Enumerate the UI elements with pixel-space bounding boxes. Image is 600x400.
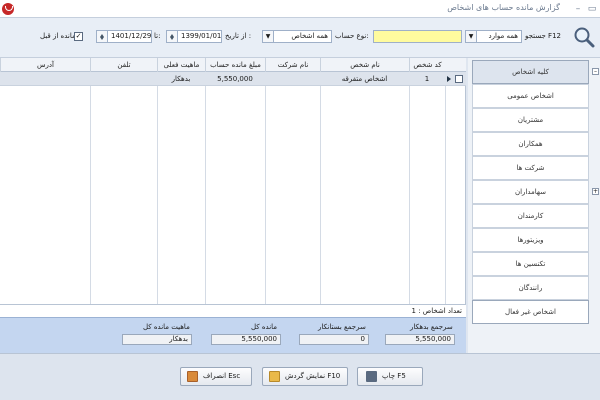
previous-balance-checkbox[interactable]: ✓	[74, 32, 83, 41]
total-debit-label: سرجمع بدهکار	[410, 323, 453, 331]
show-turnover-button[interactable]: نمایش گردش F10	[262, 367, 348, 386]
title-bar: گزارش مانده حساب های اشخاص – ▭	[0, 0, 600, 18]
show-turnover-label: نمایش گردش F10	[285, 372, 341, 380]
from-date-label: از تاریخ :	[225, 32, 252, 40]
spinner-icon[interactable]	[167, 31, 178, 42]
sidebar-scrollbar[interactable]	[591, 58, 600, 353]
record-count: تعداد اشخاص : 1	[411, 307, 463, 315]
footer-bar: چاپ F5 نمایش گردش F10 انصراف Esc	[0, 353, 600, 400]
spinner-icon[interactable]	[97, 31, 108, 42]
sidebar-item-employees[interactable]: کارمندان	[472, 204, 589, 228]
cancel-label: انصراف Esc	[203, 372, 241, 380]
cell-company	[265, 72, 320, 86]
sidebar-item-colleagues[interactable]: همکاران	[472, 132, 589, 156]
row-pointer-icon	[447, 76, 454, 82]
cell-amount: 5,550,000	[217, 75, 253, 83]
filter-toolbar: جستجو F12 همه موارد ▼ نوع حساب: همه اشخا…	[0, 18, 600, 58]
cancel-button[interactable]: انصراف Esc	[180, 367, 252, 386]
balance-nature-label: ماهیت مانده کل	[143, 323, 190, 331]
cell-phone	[90, 72, 157, 86]
column-header-nature[interactable]: ماهیت فعلی	[157, 58, 205, 72]
column-header-amount[interactable]: مبلغ مانده حساب	[205, 58, 265, 72]
sidebar-item-shareholders[interactable]: سهامداران	[472, 180, 589, 204]
to-date-label: تا:	[154, 32, 161, 40]
to-date-value: 1401/12/29	[111, 32, 152, 40]
print-button[interactable]: چاپ F5	[357, 367, 423, 386]
search-input[interactable]	[373, 30, 462, 43]
from-date-field[interactable]: 1399/01/01	[166, 30, 222, 43]
column-header-name[interactable]: نام شخص	[320, 58, 409, 72]
restore-button[interactable]: ▭	[586, 3, 598, 15]
balance-nature-value: بدهکار	[122, 334, 192, 345]
record-count-bar: تعداد اشخاص : 1	[0, 304, 466, 317]
total-balance-value: 5,550,000	[211, 334, 281, 345]
sidebar-item-drivers[interactable]: رانندگان	[472, 276, 589, 300]
from-date-value: 1399/01/01	[181, 32, 222, 40]
account-type-value: همه اشخاص	[291, 32, 328, 40]
expand-icon[interactable]: +	[592, 188, 599, 195]
collapse-icon[interactable]: –	[592, 68, 599, 75]
sidebar-item-inactive-persons[interactable]: اشخاص غیر فعال	[472, 300, 589, 324]
total-debit-value: 5,550,000	[385, 334, 455, 345]
account-type-select[interactable]: همه اشخاص ▼	[262, 30, 332, 43]
door-exit-icon	[187, 371, 198, 382]
search-icon[interactable]	[573, 26, 595, 48]
previous-balance-label: مانده از قبل	[40, 32, 76, 40]
total-credit-value: 0	[299, 334, 369, 345]
column-header-code[interactable]: کد شخص	[409, 58, 445, 72]
sidebar-item-companies[interactable]: شرکت ها	[472, 156, 589, 180]
sidebar-item-technicians[interactable]: تکنسین ها	[472, 252, 589, 276]
summary-panel: سرجمع بدهکار 5,550,000 سرجمع بستانکار 0 …	[0, 317, 466, 353]
sidebar-item-general-persons[interactable]: اشخاص عمومی	[472, 84, 589, 108]
cell-address	[0, 72, 90, 86]
total-balance-label: مانده کل	[251, 323, 278, 331]
table-row[interactable]: 1 اشخاص متفرقه 5,550,000 بدهکار	[0, 72, 466, 86]
chevron-down-icon: ▼	[466, 31, 477, 42]
search-label: جستجو F12	[525, 32, 561, 40]
cell-nature: بدهکار	[171, 75, 191, 83]
sidebar-item-customers[interactable]: مشتریان	[472, 108, 589, 132]
column-header-address[interactable]: آدرس	[0, 58, 90, 72]
printer-icon	[366, 371, 377, 382]
total-credit-label: سرجمع بستانکار	[318, 323, 366, 331]
column-header-company[interactable]: نام شرکت	[265, 58, 320, 72]
print-label: چاپ F5	[382, 372, 406, 380]
cell-name: اشخاص متفرقه	[341, 75, 388, 83]
scope-select[interactable]: همه موارد ▼	[465, 30, 522, 43]
sidebar-item-all-persons[interactable]: کلیه اشخاص	[472, 60, 589, 84]
grid-header: کد شخص نام شخص نام شرکت مبلغ مانده حساب …	[0, 58, 466, 72]
balances-grid: کد شخص نام شخص نام شرکت مبلغ مانده حساب …	[0, 58, 466, 304]
to-date-field[interactable]: 1401/12/29	[96, 30, 152, 43]
account-type-label: نوع حساب:	[335, 32, 369, 40]
window-title: گزارش مانده حساب های اشخاص	[447, 3, 560, 12]
ledger-icon	[269, 371, 280, 382]
app-logo-icon	[2, 3, 14, 15]
minimize-button[interactable]: –	[572, 3, 584, 15]
sidebar-item-visitors[interactable]: ویزیتورها	[472, 228, 589, 252]
scope-value: همه موارد	[488, 32, 518, 40]
person-category-sidebar: کلیه اشخاص اشخاص عمومی مشتریان همکاران ش…	[468, 58, 600, 353]
row-checkbox[interactable]	[455, 75, 463, 83]
cell-code: 1	[424, 75, 430, 83]
chevron-down-icon: ▼	[263, 31, 274, 42]
column-header-phone[interactable]: تلفن	[90, 58, 157, 72]
